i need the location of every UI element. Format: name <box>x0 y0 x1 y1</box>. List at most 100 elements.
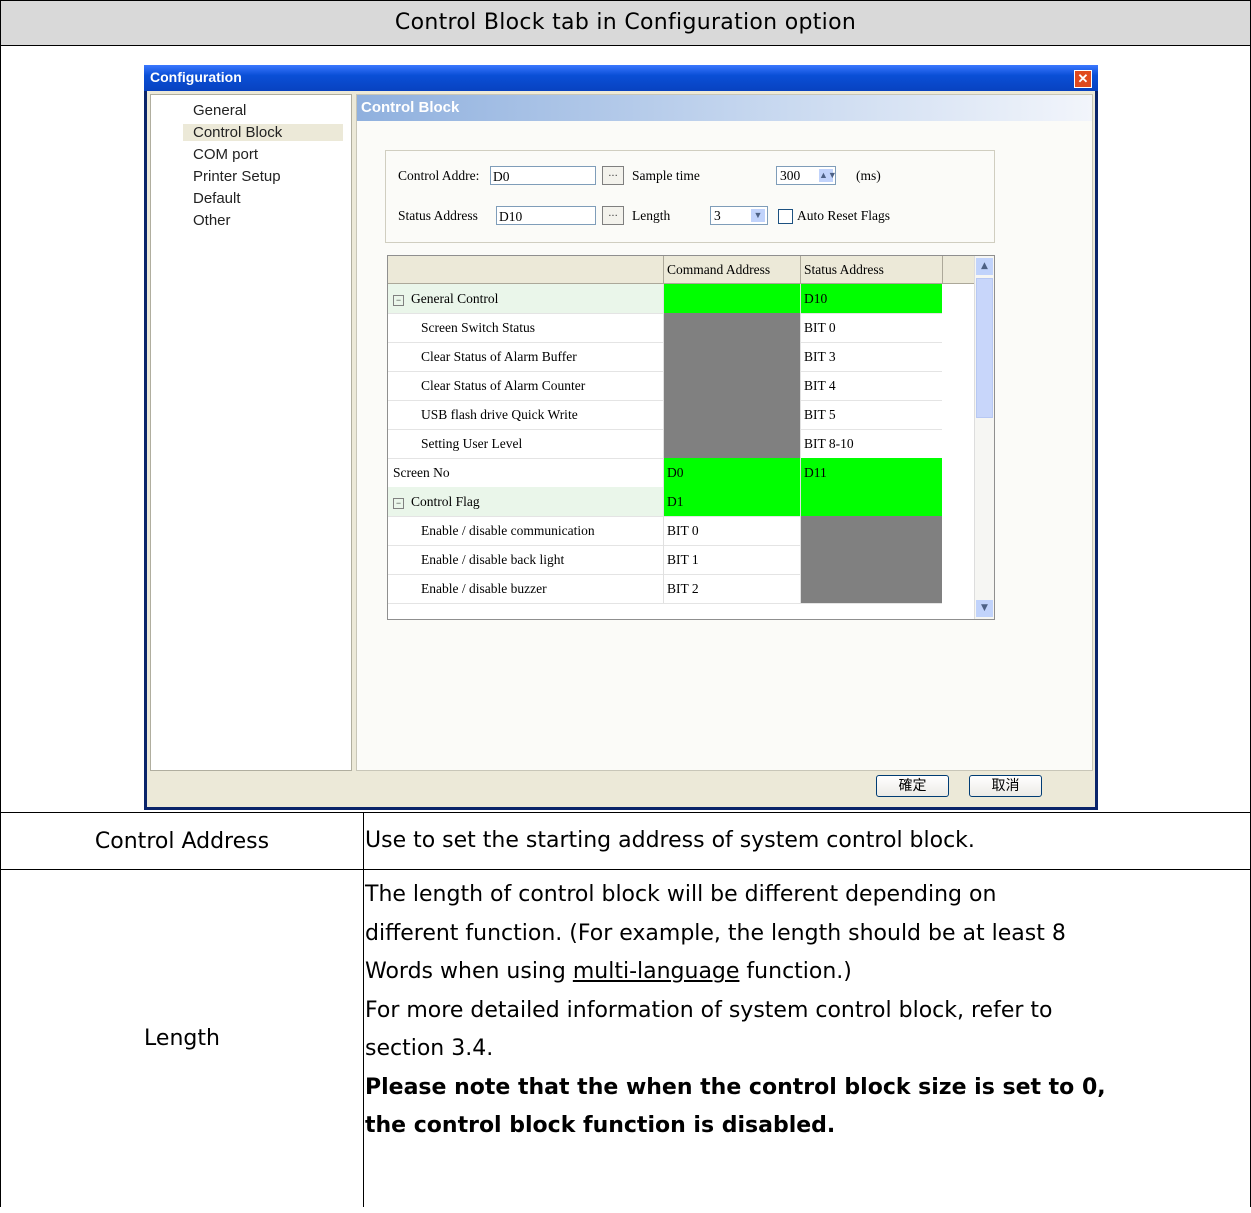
row-name: Control Flag <box>411 494 480 509</box>
table-row[interactable]: Setting User Level BIT 8-10 <box>388 429 942 459</box>
sidebar-item-other[interactable]: Other <box>193 212 231 229</box>
description-line: Words when using multi-language function… <box>365 953 1245 992</box>
grid-cell-status[interactable]: BIT 5 <box>800 400 942 429</box>
grid-cell-command[interactable]: BIT 1 <box>663 545 800 574</box>
sample-time-label: Sample time <box>632 168 700 183</box>
ok-button[interactable]: 確定 <box>876 775 949 797</box>
table-row[interactable]: − General Control D10 <box>388 284 942 314</box>
grid-cell-command <box>663 429 800 458</box>
dialog-title: Configuration <box>150 69 242 85</box>
grid-cell-status[interactable]: BIT 8-10 <box>800 429 942 458</box>
grid-cell-status[interactable]: BIT 0 <box>800 313 942 342</box>
collapse-icon[interactable]: − <box>393 498 404 509</box>
spin-arrows-icon[interactable]: ▲▼ <box>819 169 837 182</box>
table-row[interactable]: Screen No D0 D11 <box>388 458 942 488</box>
grid-cell-status[interactable]: BIT 4 <box>800 371 942 400</box>
grid-header: Command Address Status Address <box>388 256 975 284</box>
panel-title-bar: Control Block <box>357 95 1092 121</box>
grid-cell-command <box>663 400 800 429</box>
text-span: function.) <box>739 959 852 984</box>
document-table: Control Block tab in Configuration optio… <box>0 0 1251 1207</box>
collapse-icon[interactable]: − <box>393 295 404 306</box>
table-row[interactable]: USB flash drive Quick Write BIT 5 <box>388 400 942 430</box>
grid-cell-name: Clear Status of Alarm Counter <box>421 378 586 393</box>
grid-cell-command[interactable]: D0 <box>663 458 800 487</box>
length-value: 3 <box>714 208 721 223</box>
grid-cell-status[interactable] <box>800 487 942 516</box>
sample-time-stepper[interactable]: 300 ▲▼ <box>776 166 837 185</box>
grid-scrollbar[interactable]: ▲ ▼ <box>974 256 994 619</box>
table-row[interactable]: Enable / disable back light BIT 1 <box>388 545 942 575</box>
status-addr-browse-button[interactable]: ... <box>602 206 624 225</box>
row-name: General Control <box>411 291 499 306</box>
sidebar-item-printer-setup[interactable]: Printer Setup <box>193 168 281 185</box>
dialog-body: General Control Block COM port Printer S… <box>147 91 1095 807</box>
grid-cell-name: Enable / disable back light <box>421 552 565 567</box>
grid-cell-command <box>663 342 800 371</box>
dialog-titlebar: Configuration ✕ <box>144 65 1098 91</box>
grid-cell-command[interactable] <box>663 284 800 313</box>
table-row-length: Length The length of control block will … <box>1 870 1250 1207</box>
sidebar-item-control-block[interactable]: Control Block <box>183 124 343 141</box>
status-addr-field[interactable]: D10 <box>496 206 596 225</box>
note-text: the control block function is disabled. <box>365 1113 836 1138</box>
text-span: Words when using <box>365 959 573 984</box>
close-icon[interactable]: ✕ <box>1074 70 1092 88</box>
grid-cell-command[interactable]: D1 <box>663 487 800 516</box>
term-cell: Control Address <box>1 813 364 869</box>
control-addr-field[interactable]: D0 <box>490 166 596 185</box>
grid-cell-status[interactable]: D11 <box>800 458 942 487</box>
control-block-panel: Control Block Control Addre: D0 ... Samp… <box>356 94 1093 771</box>
multi-language-link[interactable]: multi-language <box>573 959 740 984</box>
grid-cell-status <box>800 574 942 603</box>
cancel-button[interactable]: 取消 <box>969 775 1042 797</box>
grid-cell-name: Screen Switch Status <box>421 320 535 335</box>
sample-time-unit: (ms) <box>856 168 881 183</box>
description-line: The length of control block will be diff… <box>365 882 997 907</box>
auto-reset-checkbox[interactable] <box>778 209 793 224</box>
table-row[interactable]: Clear Status of Alarm Buffer BIT 3 <box>388 342 942 372</box>
grid-cell-command <box>663 371 800 400</box>
length-label: Length <box>632 208 671 223</box>
grid-cell-name: − Control Flag <box>388 487 663 516</box>
length-select[interactable]: 3 ▼ <box>710 206 768 225</box>
scroll-up-icon[interactable]: ▲ <box>976 258 993 275</box>
grid-cell-status[interactable]: D10 <box>800 284 942 313</box>
description-cell: The length of control block will be diff… <box>365 870 1245 1213</box>
sidebar-item-com-port[interactable]: COM port <box>193 146 258 163</box>
grid-cell-status <box>800 516 942 545</box>
grid-header-name[interactable] <box>388 256 664 283</box>
note-line: Please note that the when the control bl… <box>365 1069 1245 1108</box>
description-line: different function. (For example, the le… <box>365 920 1066 946</box>
grid-header-status[interactable]: Status Address <box>801 256 943 283</box>
table-row[interactable]: Clear Status of Alarm Counter BIT 4 <box>388 371 942 401</box>
sample-time-value: 300 <box>780 168 801 183</box>
sidebar-item-default[interactable]: Default <box>193 190 241 207</box>
table-row[interactable]: Enable / disable communication BIT 0 <box>388 516 942 546</box>
scroll-down-icon[interactable]: ▼ <box>976 600 993 617</box>
control-addr-label: Control Addre: <box>398 168 480 183</box>
grid-cell-name: USB flash drive Quick Write <box>421 407 578 422</box>
configuration-dialog: Configuration ✕ General Control Block CO… <box>144 65 1098 810</box>
grid-cell-status[interactable]: BIT 3 <box>800 342 942 371</box>
grid-cell-name: Setting User Level <box>421 436 523 451</box>
grid-cell-name: Enable / disable buzzer <box>421 581 547 596</box>
description-line: section 3.4. <box>365 1036 494 1061</box>
control-addr-browse-button[interactable]: ... <box>602 166 624 185</box>
settings-group: Control Addre: D0 ... Sample time 300 ▲▼ … <box>385 150 995 243</box>
grid-cell-command <box>663 313 800 342</box>
table-row[interactable]: Screen Switch Status BIT 0 <box>388 313 942 343</box>
description-cell: Use to set the starting address of syste… <box>365 828 975 853</box>
sidebar-item-general[interactable]: General <box>193 102 246 119</box>
table-row[interactable]: Enable / disable buzzer BIT 2 <box>388 574 942 604</box>
grid-cell-command[interactable]: BIT 2 <box>663 574 800 603</box>
chevron-down-icon[interactable]: ▼ <box>751 209 765 222</box>
scroll-thumb[interactable] <box>976 278 993 418</box>
panel-title: Control Block <box>361 99 460 116</box>
grid-header-command[interactable]: Command Address <box>664 256 801 283</box>
grid-cell-status <box>800 545 942 574</box>
screenshot-cell: Configuration ✕ General Control Block CO… <box>1 45 1250 813</box>
table-row[interactable]: − Control Flag D1 <box>388 487 942 517</box>
description-line: For more detailed information of system … <box>365 997 1053 1023</box>
grid-cell-command[interactable]: BIT 0 <box>663 516 800 545</box>
